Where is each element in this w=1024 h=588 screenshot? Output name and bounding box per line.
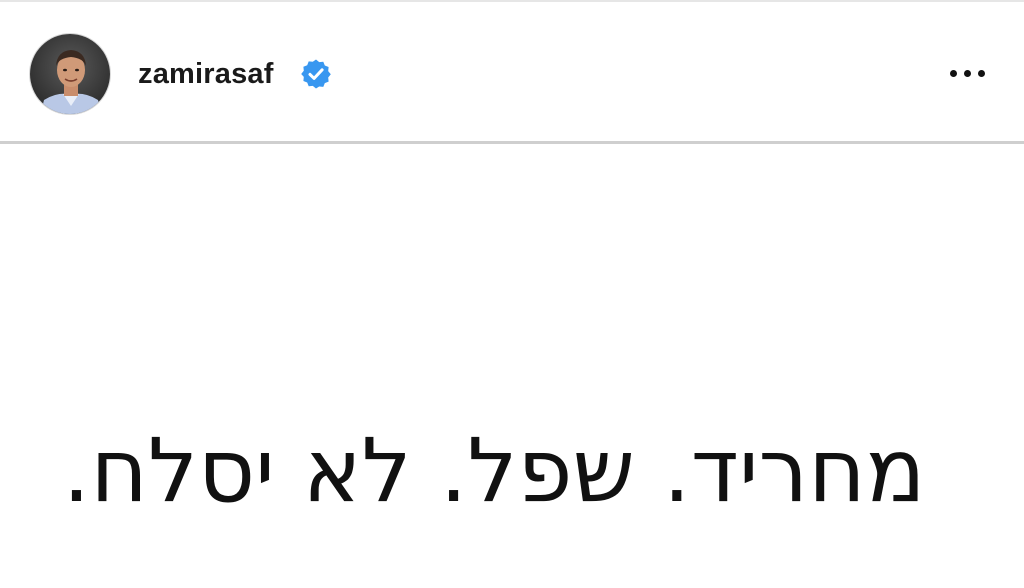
more-horizontal-icon — [949, 69, 957, 77]
more-options-button[interactable] — [940, 56, 994, 90]
post-text: מחריד. שפל. לא יסלח. — [62, 419, 926, 522]
author-avatar[interactable] — [29, 33, 111, 115]
post-image[interactable]: מחריד. שפל. לא יסלח. — [0, 144, 1024, 588]
author-username[interactable]: zamirasaf — [138, 57, 274, 91]
verified-badge-icon — [301, 59, 331, 89]
profile-photo-icon — [30, 34, 110, 114]
post-header: zamirasaf — [0, 0, 1024, 142]
instagram-post: zamirasaf מחריד. שפל. לא יסלח. — [0, 0, 1024, 588]
